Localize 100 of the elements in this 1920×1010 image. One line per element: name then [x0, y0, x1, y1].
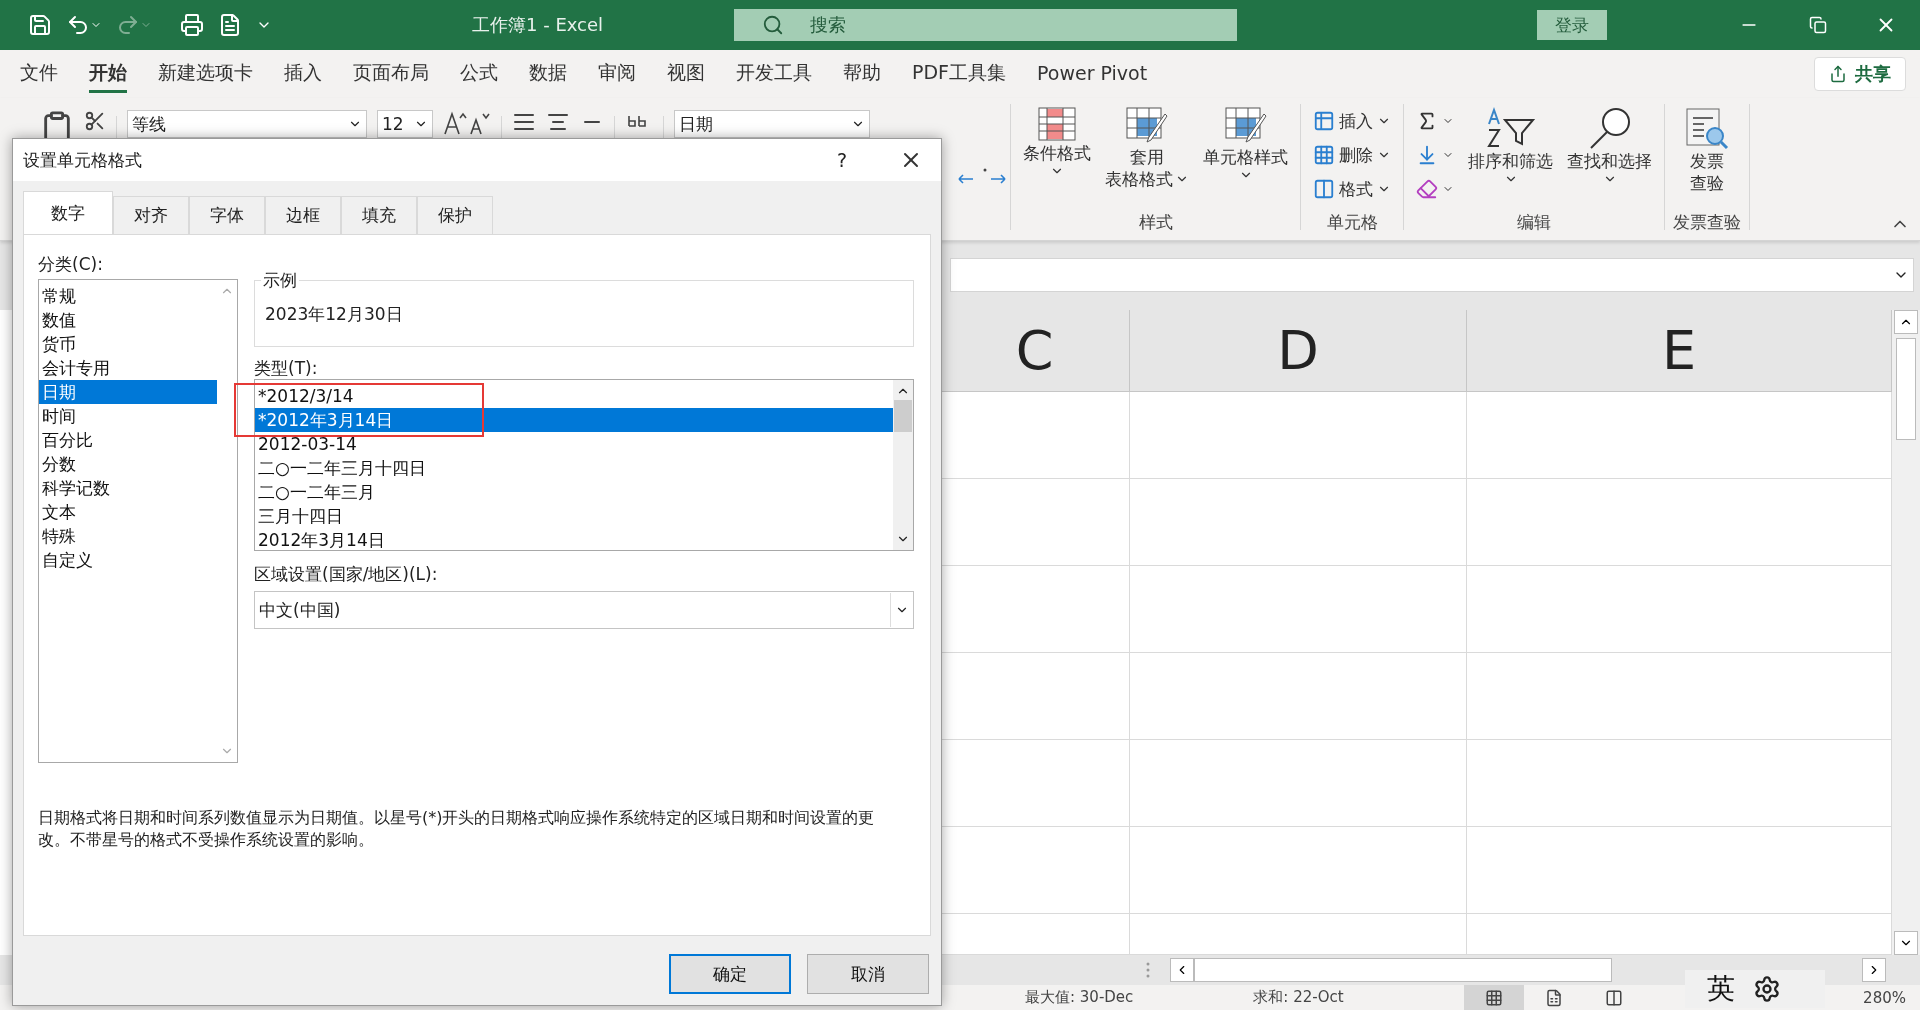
number-format-field[interactable]: 日期 — [674, 110, 870, 138]
dialog-title: 设置单元格格式 — [23, 148, 143, 172]
dialog-tab[interactable]: 填充 — [341, 196, 417, 235]
type-list[interactable]: *2012/3/14 *2012年3月14日 2012-03-14 二○一二年三月十四日 二○一二年三月 三月十四日 2012年3月14日 — [254, 379, 914, 551]
list-item[interactable]: 数值 — [39, 308, 217, 332]
scroll-right-button[interactable] — [1862, 958, 1886, 982]
list-item[interactable]: 二○一二年三月十四日 — [255, 456, 893, 480]
zoom-level: 280% — [1863, 988, 1906, 1007]
dialog-tab[interactable]: 对齐 — [113, 196, 189, 235]
sheet-cell[interactable] — [1130, 653, 1467, 740]
list-item[interactable]: 百分比 — [39, 428, 217, 452]
scroll-up-button[interactable] — [1894, 310, 1918, 334]
list-item[interactable]: 文本 — [39, 500, 217, 524]
sheet-cell[interactable] — [1130, 479, 1467, 566]
category-list[interactable]: 常规 数值 货币 会计专用 日期 时间 百分比 分数 科学记数 文本 特殊 自定义 — [38, 279, 238, 763]
sheet-cell[interactable] — [1130, 827, 1467, 914]
window-title: 工作簿1 - Excel — [472, 13, 605, 37]
sort-filter-icon — [1484, 106, 1537, 150]
cancel-button[interactable]: 取消 — [807, 954, 929, 994]
table-brush-icon — [1125, 106, 1169, 146]
settings-icon[interactable] — [1753, 975, 1781, 1003]
list-item[interactable]: 2012-03-14 — [255, 432, 893, 456]
sheet-cell[interactable] — [1467, 914, 1892, 955]
document-icon[interactable] — [218, 13, 242, 37]
list-item[interactable]: 时间 — [39, 404, 217, 428]
dialog-tab[interactable]: 数字 — [23, 191, 113, 234]
dialog-tab[interactable]: 保护 — [417, 196, 493, 235]
status-text: 最大值: 30-Dec — [1025, 988, 1134, 1007]
list-item[interactable]: 二○一二年三月 — [255, 480, 893, 504]
ribbon-tab[interactable]: Power Pivot — [1037, 57, 1148, 91]
sheet-cell[interactable] — [1130, 740, 1467, 827]
list-item[interactable]: 会计专用 — [39, 356, 217, 380]
formula-field[interactable] — [950, 258, 1914, 292]
ribbon-button[interactable]: 单元格样式 — [1199, 106, 1292, 182]
dialog-tab[interactable]: 字体 — [189, 196, 265, 235]
redo-icon[interactable] — [116, 13, 152, 37]
ribbon-button[interactable]: 删除 — [1309, 140, 1395, 170]
dialog-tab[interactable]: 边框 — [265, 196, 341, 235]
list-item[interactable]: 常规 — [39, 284, 217, 308]
ribbon-tab[interactable]: 视图 — [667, 55, 705, 93]
ribbon-button[interactable]: 发票 查验 — [1680, 106, 1734, 194]
list-item[interactable]: 日期 — [39, 380, 217, 404]
ribbon-tab[interactable]: 插入 — [284, 55, 322, 93]
input-mode[interactable]: 英 — [1707, 970, 1735, 1008]
ribbon-tab[interactable]: 新建选项卡 — [158, 55, 253, 93]
column-header[interactable]: C — [940, 310, 1130, 392]
ribbon-button[interactable]: 套用 表格格式 — [1101, 106, 1193, 190]
scroll-left-button[interactable] — [1170, 958, 1194, 982]
field-label: 类型(T): — [254, 357, 319, 379]
ribbon-button[interactable]: 查找和选择 — [1563, 106, 1656, 186]
print-icon[interactable] — [180, 13, 204, 37]
list-item[interactable]: 分数 — [39, 452, 217, 476]
ribbon-tab[interactable]: 开始 — [89, 55, 127, 93]
table-brush-icon — [1223, 106, 1268, 146]
scroll-down-button[interactable] — [1894, 931, 1918, 955]
ribbon-button[interactable]: 排序和筛选 — [1464, 106, 1557, 186]
font-size-field[interactable]: 12 — [377, 110, 433, 138]
column-header[interactable]: D — [1130, 310, 1467, 392]
list-item[interactable]: 货币 — [39, 332, 217, 356]
ribbon-tab[interactable]: 页面布局 — [353, 55, 429, 93]
ribbon-tab[interactable]: 帮助 — [843, 55, 881, 93]
ribbon-tab[interactable]: PDF工具集 — [912, 55, 1007, 93]
search-field[interactable]: 搜索 — [733, 9, 1237, 41]
sheet-cell[interactable] — [1130, 566, 1467, 653]
ribbon-button[interactable]: 条件格式 — [1019, 106, 1095, 178]
help-button[interactable]: ? — [836, 149, 847, 171]
list-item[interactable]: 科学记数 — [39, 476, 217, 500]
list-item[interactable]: 三月十四日 — [255, 504, 893, 528]
ribbon-tab[interactable]: 文件 — [20, 55, 58, 93]
scroll-thumb[interactable] — [894, 400, 912, 432]
group-label: 发票查验 — [1673, 211, 1741, 234]
ribbon-button[interactable]: 格式 — [1309, 174, 1395, 204]
share-button[interactable]: 共享 — [1814, 57, 1906, 91]
sheet-cell[interactable] — [1130, 914, 1467, 955]
cut-icon[interactable] — [84, 110, 106, 132]
font-field[interactable]: 等线 — [127, 110, 367, 138]
save-icon[interactable] — [28, 13, 52, 37]
list-item[interactable]: *2012/3/14 — [255, 384, 893, 408]
normal-view-icon[interactable] — [1463, 985, 1524, 1010]
ribbon-tab[interactable]: 数据 — [529, 55, 567, 93]
ribbon-tab[interactable]: 审阅 — [598, 55, 636, 93]
list-item[interactable]: 2012年3月14日 — [255, 528, 893, 552]
scroll-thumb[interactable] — [1194, 958, 1612, 982]
list-item[interactable]: 特殊 — [39, 524, 217, 548]
list-item[interactable]: 自定义 — [39, 548, 217, 572]
list-item[interactable]: *2012年3月14日 — [255, 408, 893, 432]
ribbon-button[interactable]: 插入 — [1309, 106, 1395, 136]
ribbon-tab[interactable]: 开发工具 — [736, 55, 812, 93]
invoice-check-icon — [1684, 106, 1730, 150]
scroll-thumb[interactable] — [1896, 338, 1916, 440]
column-header[interactable]: E — [1467, 310, 1892, 392]
login-button[interactable]: 登录 — [1536, 10, 1607, 40]
locale-dropdown[interactable]: 中文(中国) — [254, 591, 914, 629]
font-size-icon[interactable] — [443, 110, 491, 136]
ribbon-tab[interactable]: 公式 — [460, 55, 498, 93]
ok-button[interactable]: 确定 — [669, 954, 791, 994]
sheet-cell[interactable] — [1130, 392, 1467, 479]
field-label: 区域设置(国家/地区)(L): — [254, 563, 439, 585]
status-text: 求和: 22-Oct — [1253, 988, 1344, 1007]
undo-icon[interactable] — [66, 13, 102, 37]
